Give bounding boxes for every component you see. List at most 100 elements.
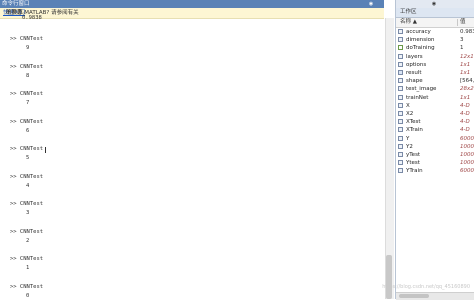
logical-icon bbox=[398, 45, 403, 51]
output-value: 7 bbox=[26, 100, 30, 106]
variable-row[interactable]: options 1x1 bbox=[396, 61, 474, 69]
numeric-icon bbox=[398, 86, 403, 92]
variable-value: 1 bbox=[460, 45, 464, 52]
numeric-icon bbox=[398, 168, 403, 174]
variable-name: Y2 bbox=[406, 143, 413, 150]
variable-name: options bbox=[406, 61, 427, 68]
variable-row[interactable]: shape [564,6 bbox=[396, 77, 474, 85]
variable-value: 4-D bbox=[460, 111, 470, 117]
output-value: 9 bbox=[26, 45, 30, 51]
variable-name: test_image bbox=[406, 86, 437, 93]
command-prompt-line: >> CNNTest bbox=[10, 118, 44, 125]
variable-value: 4-D bbox=[460, 127, 470, 134]
variable-row[interactable]: yTest 1000x bbox=[396, 151, 474, 159]
variable-row[interactable]: X 4-D bbox=[396, 102, 474, 110]
object-icon bbox=[398, 94, 403, 100]
variable-name: trainNet bbox=[406, 94, 429, 101]
variable-name: yTest bbox=[406, 152, 421, 158]
variable-name: dimension bbox=[406, 37, 435, 44]
variable-row[interactable]: test_image 28x28 bbox=[396, 85, 474, 93]
workspace-title: 工作区 bbox=[400, 9, 417, 15]
numeric-icon bbox=[398, 143, 403, 149]
variable-value: 4-D bbox=[460, 119, 470, 126]
output-value: 5 bbox=[26, 155, 30, 161]
variable-row[interactable]: YTrain 6000x bbox=[396, 167, 474, 175]
output-value: 4 bbox=[26, 182, 30, 189]
variable-value: 6000x bbox=[460, 135, 474, 142]
output-value: 0 bbox=[26, 292, 30, 299]
variable-row[interactable]: Ytest 1000x bbox=[396, 159, 474, 167]
variable-value: 1000x bbox=[460, 152, 474, 158]
variable-row[interactable]: Y 6000x bbox=[396, 135, 474, 143]
command-prompt-line: >> CNNTest bbox=[10, 283, 44, 290]
text-cursor bbox=[45, 146, 47, 153]
variable-name: doTraining bbox=[406, 45, 435, 52]
object-icon bbox=[398, 61, 403, 67]
variable-value: 4-D bbox=[460, 102, 470, 109]
variable-value: 28x28 bbox=[460, 86, 474, 93]
numeric-icon bbox=[398, 119, 403, 125]
command-prompt-line: >> CNNTest bbox=[10, 173, 44, 180]
variable-row[interactable]: dimension 3 bbox=[396, 36, 474, 44]
numeric-icon bbox=[398, 102, 403, 108]
panel-menu-icon[interactable]: ◉ bbox=[431, 1, 437, 7]
hscrollbar-thumb[interactable] bbox=[399, 294, 429, 298]
workspace-header: 工作区 bbox=[396, 8, 474, 18]
variable-row[interactable]: XTest 4-D bbox=[396, 118, 474, 126]
variable-name: Ytest bbox=[406, 160, 420, 167]
numeric-icon bbox=[398, 111, 403, 116]
command-prompt-line: >> CNNTest bbox=[10, 91, 44, 97]
variable-value: 6000x bbox=[460, 168, 474, 175]
variable-name: Y bbox=[406, 135, 410, 142]
variable-row[interactable]: layers 12x1 bbox=[396, 53, 474, 61]
variable-row[interactable]: trainNet 1x1 bbox=[396, 94, 474, 102]
variable-name: XTrain bbox=[406, 127, 423, 134]
numeric-icon bbox=[398, 37, 403, 43]
variable-row[interactable]: doTraining 1 bbox=[396, 44, 474, 52]
variable-name: result bbox=[406, 70, 422, 76]
column-divider[interactable] bbox=[457, 19, 458, 26]
expand-icon[interactable]: ◉ bbox=[368, 1, 374, 7]
workspace-toolbar: ◉ bbox=[396, 0, 474, 8]
numeric-icon bbox=[398, 78, 403, 84]
column-name-header[interactable]: 名称 ▲ bbox=[400, 18, 417, 27]
output-value: 8 bbox=[26, 72, 30, 79]
scrollbar-thumb[interactable] bbox=[386, 255, 392, 299]
command-prompt-line: >> CNNTest bbox=[10, 256, 44, 262]
column-value-header[interactable]: 值 bbox=[460, 18, 466, 27]
variable-name: X bbox=[406, 102, 410, 109]
command-prompt-line: >> CNNTest bbox=[10, 201, 44, 207]
command-prompt-line: >> CNNTest bbox=[10, 36, 44, 42]
variable-value: 1x1 bbox=[460, 61, 471, 68]
variable-value: [564,6 bbox=[460, 78, 474, 85]
variable-name: XTest bbox=[406, 119, 421, 126]
partial-output-line: 0.9838 bbox=[22, 15, 42, 21]
numeric-icon bbox=[398, 160, 403, 166]
command-prompt-line: >> CNNTest bbox=[10, 228, 44, 235]
variable-value: 1x1 bbox=[460, 94, 471, 101]
numeric-icon bbox=[398, 127, 403, 133]
numeric-icon bbox=[398, 135, 403, 141]
variable-row[interactable]: result 1x1 bbox=[396, 69, 474, 77]
variable-row[interactable]: accuracy 0.983 bbox=[396, 28, 474, 36]
command-window[interactable]: 命令行窗口 ◉ 不熟悉 MATLAB? 请参阅有关 快速入门 的资源。 0.9838… bbox=[0, 0, 384, 299]
variable-value: 12x1 bbox=[460, 53, 474, 60]
command-window-title: 命令行窗口 bbox=[2, 1, 30, 7]
variable-value: 3 bbox=[460, 37, 464, 44]
variable-name: shape bbox=[406, 78, 423, 85]
variable-value: 1000x bbox=[460, 160, 474, 167]
array-icon bbox=[398, 53, 403, 59]
command-window-titlebar: 命令行窗口 ◉ bbox=[0, 0, 384, 8]
command-prompt-line: >> CNNTest bbox=[10, 146, 44, 152]
output-value: 3 bbox=[26, 210, 30, 216]
variable-name: layers bbox=[406, 53, 423, 60]
variable-value: 0.983 bbox=[460, 29, 474, 35]
variable-name: accuracy bbox=[406, 29, 431, 35]
variable-row[interactable]: X2 4-D bbox=[396, 110, 474, 118]
output-value: 6 bbox=[26, 127, 30, 134]
getting-started-banner: 不熟悉 MATLAB? 请参阅有关 快速入门 的资源。 bbox=[0, 8, 384, 19]
variable-row[interactable]: Y2 1000x bbox=[396, 143, 474, 151]
workspace-panel: ◉ 工作区 名称 ▲ 值 accuracy0.983dimension3doTr… bbox=[395, 0, 474, 300]
variable-row[interactable]: XTrain 4-D bbox=[396, 126, 474, 134]
struct-icon bbox=[398, 70, 403, 75]
